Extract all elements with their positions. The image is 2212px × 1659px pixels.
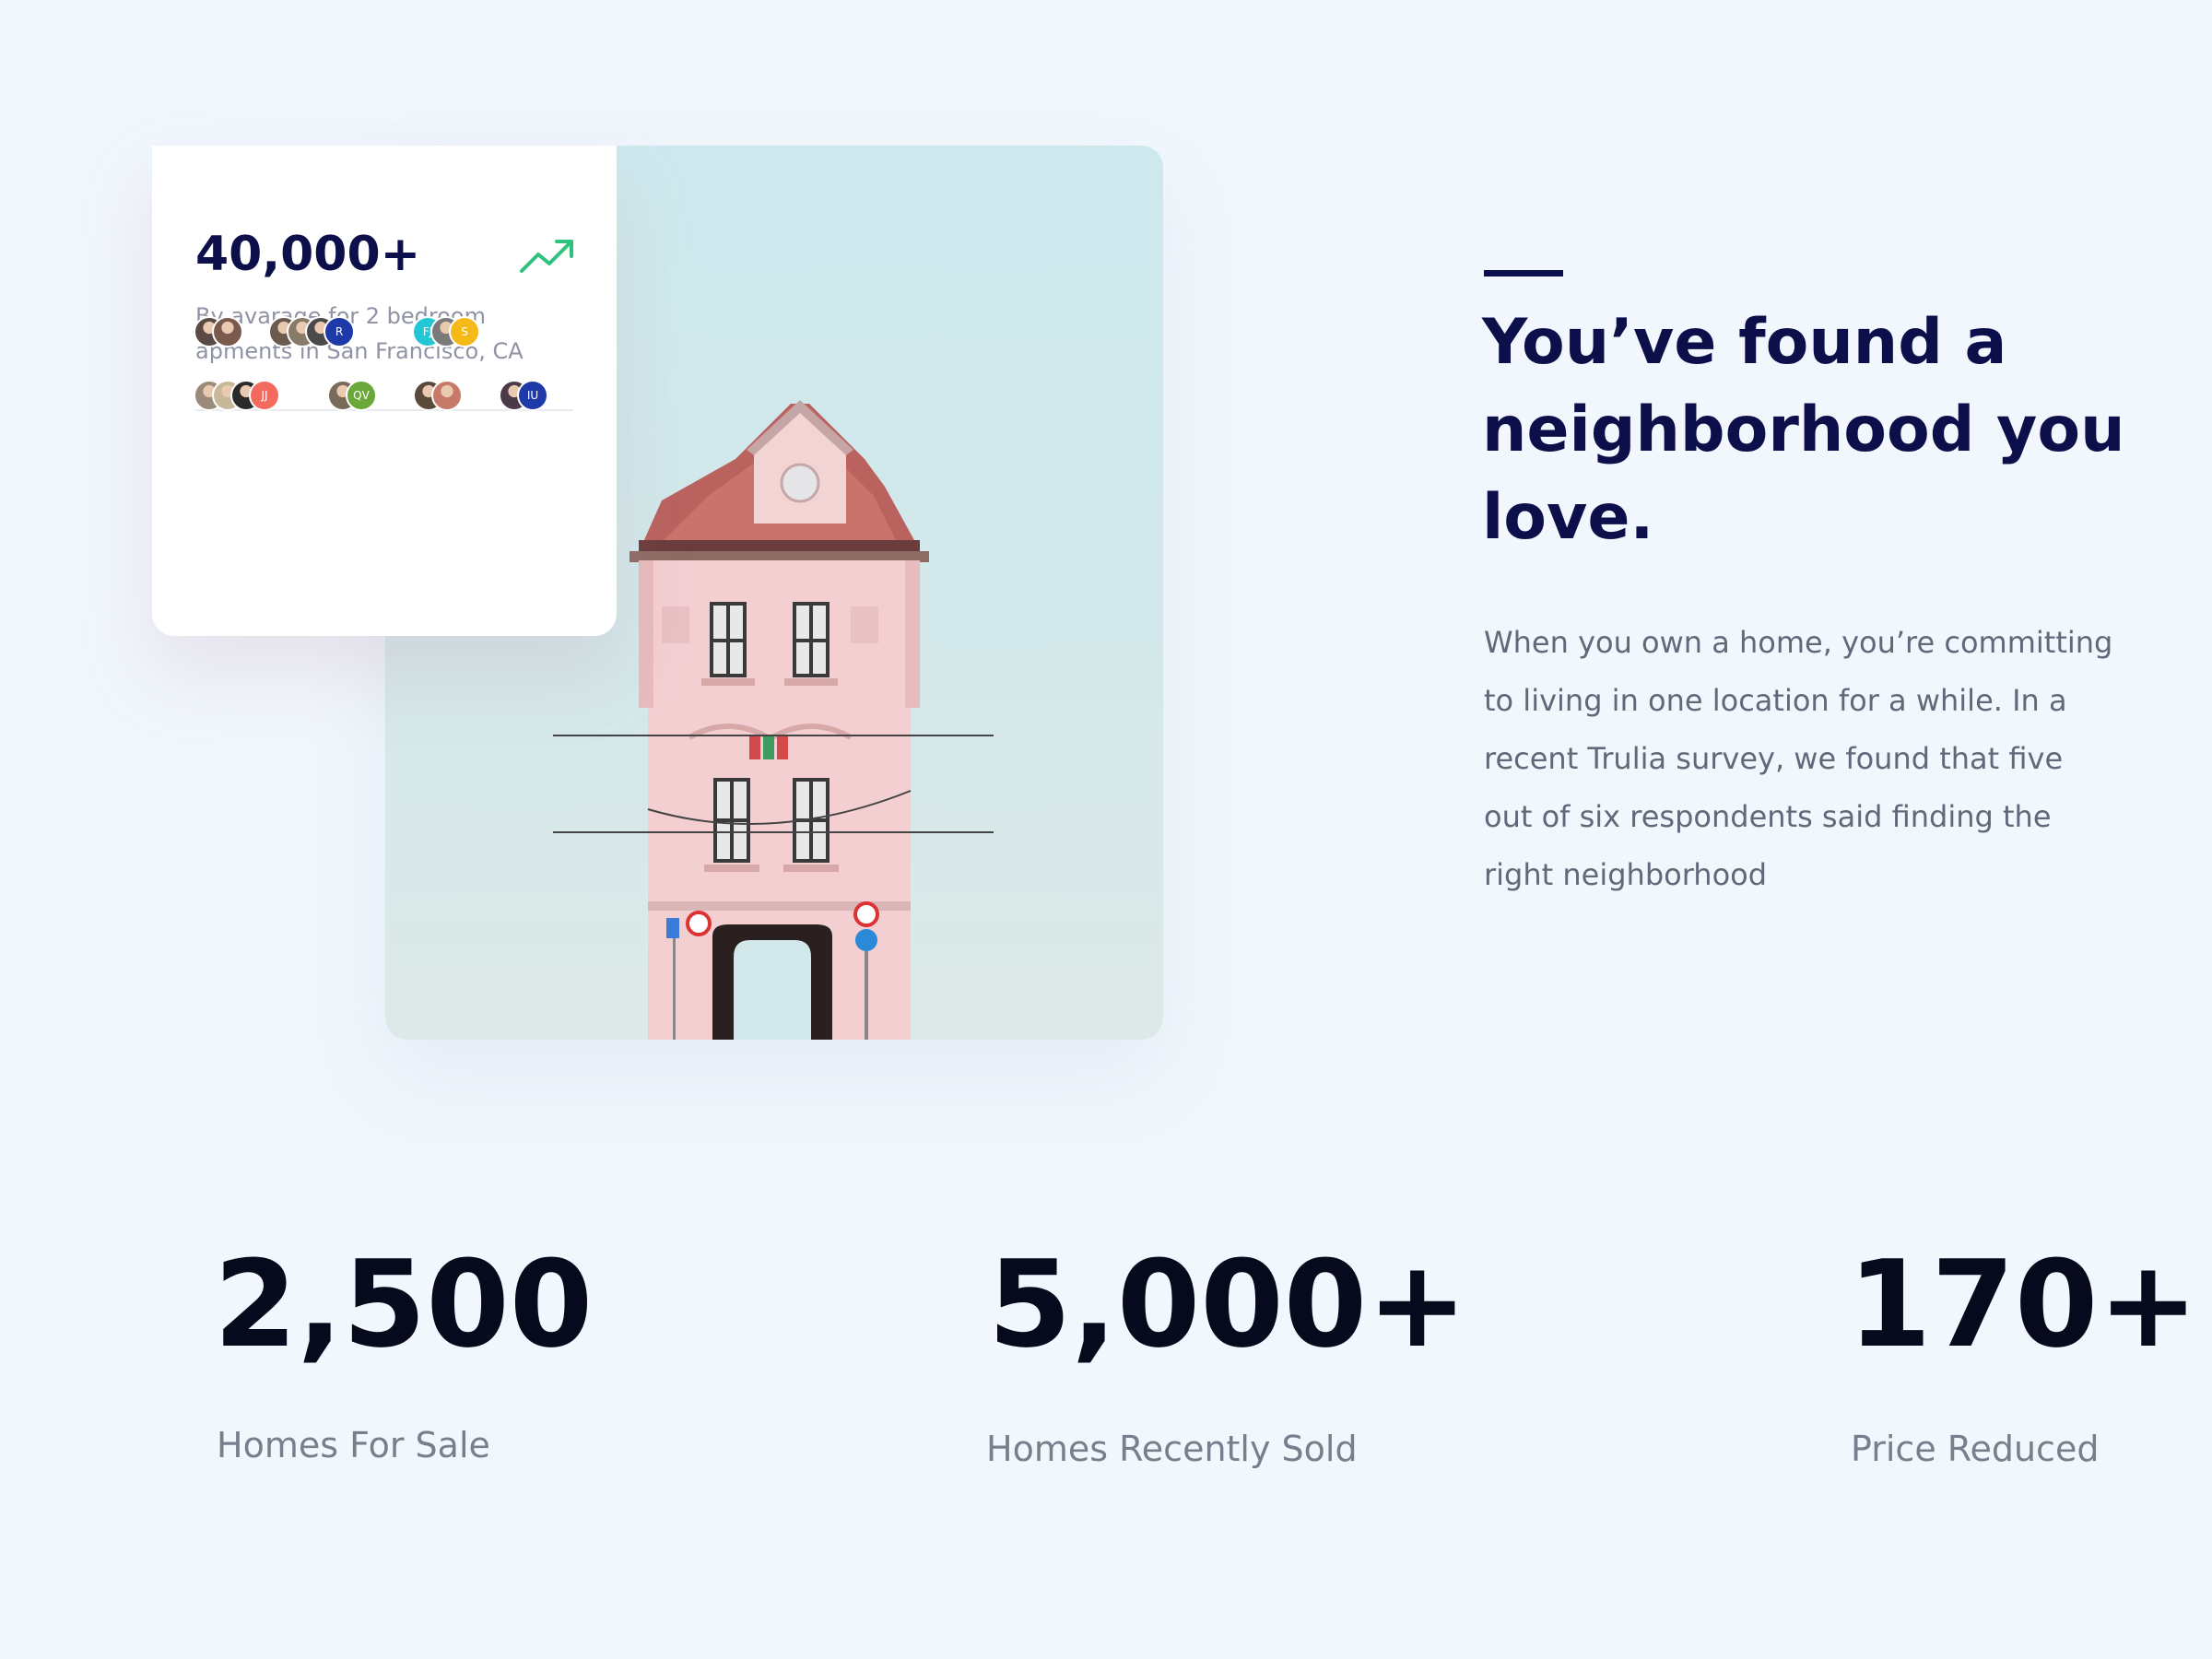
page-title: You’ve found a neighborhood you love. xyxy=(1482,306,2125,554)
card-value: 40,000+ xyxy=(195,227,421,282)
stat-label-homes-recently-sold: Homes Recently Sold xyxy=(986,1429,1358,1469)
stat-value-price-reduced: 170+ xyxy=(1848,1234,2199,1374)
stat-value-homes-recently-sold: 5,000+ xyxy=(988,1234,1468,1374)
avatar-initials: JJ xyxy=(249,380,280,411)
stat-value-homes-for-sale: 2,500 xyxy=(214,1234,594,1374)
trending-up-icon xyxy=(520,240,573,273)
stats-card: 40,000+ By avarage for 2 bedroom apments… xyxy=(152,146,617,636)
avatar-initials: R xyxy=(324,316,355,347)
stat-label-price-reduced: Price Reduced xyxy=(1851,1429,2100,1469)
accent-bar xyxy=(1484,270,1563,276)
avatar-initials: IU xyxy=(517,380,548,411)
stat-label-homes-for-sale: Homes For Sale xyxy=(217,1425,490,1465)
card-description: By avarage for 2 bedroom apments in San … xyxy=(195,303,524,364)
avatar-initials: S xyxy=(449,316,480,347)
avatar-photo xyxy=(212,316,243,347)
avatar-photo xyxy=(431,380,463,411)
avatar-initials: QV xyxy=(346,380,377,411)
feature-description: When you own a home, you’re committing t… xyxy=(1484,625,2113,892)
